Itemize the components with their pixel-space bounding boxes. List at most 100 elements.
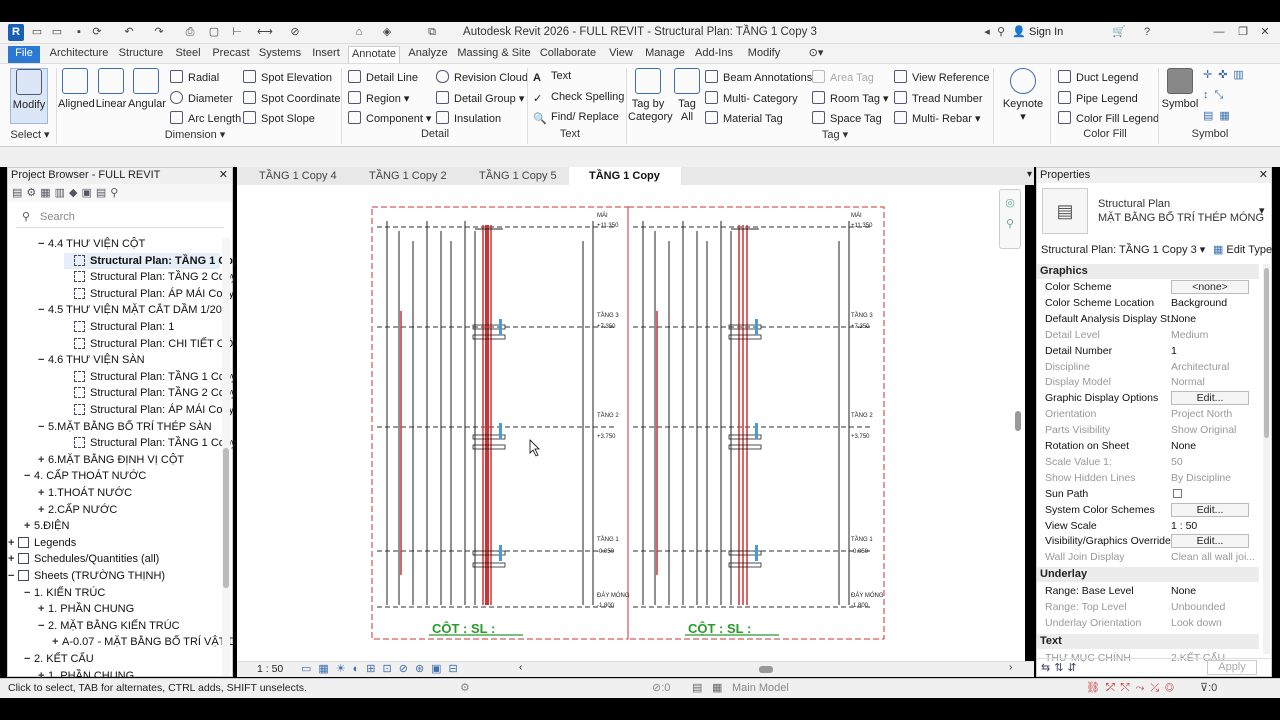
property-row[interactable]: View Scale 1 : 50 [1037,518,1259,534]
tab-modify[interactable]: Modify [744,46,784,63]
tree-item[interactable]: + Legends [8,535,76,551]
beam-symbol-icons[interactable]: ▤▦ [1203,109,1236,122]
space-tag-button[interactable]: Space Tag [812,111,882,125]
design-options-icon[interactable]: ▤ [692,681,702,694]
multi-rebar-button[interactable]: Multi- Rebar ▾ [894,111,980,125]
expand-toggle-icon[interactable]: − [8,568,18,584]
expand-toggle-icon[interactable]: + [8,551,18,567]
pipe-legend-button[interactable]: Pipe Legend [1058,91,1138,105]
edit-type-button[interactable]: ▦ Edit Type [1213,243,1272,256]
tree-item[interactable]: −4.5 THƯ VIỆN MẶT CẮT DẦM 1/20 [38,302,222,318]
diameter-button[interactable]: Diameter [170,91,233,105]
keynote-button[interactable]: Keynote ▾ [1000,68,1046,123]
navigation-bar[interactable]: ◎ ⚲ [999,189,1021,249]
detail-line-button[interactable]: Detail Line [348,70,418,84]
help-icon[interactable]: ? [1140,25,1154,39]
text-button[interactable]: A Text [533,70,571,85]
duct-legend-button[interactable]: Duct Legend [1058,70,1138,84]
property-row[interactable]: Color Scheme <none> [1037,279,1259,295]
tree-item[interactable]: +1. PHẦN CHUNG [38,601,134,617]
insulation-button[interactable]: Insulation [436,111,501,125]
sign-in-link[interactable]: Sign In [1029,26,1063,38]
symbol-button[interactable]: Symbol [1160,68,1200,110]
view-scale[interactable]: 1 : 50 [257,663,283,675]
expand-toggle-icon[interactable]: − [24,585,34,601]
tree-item[interactable]: −4.6 THƯ VIỆN SÀN [38,352,145,368]
property-row[interactable]: Graphic Display Options Edit... [1037,390,1259,406]
property-edit-button[interactable]: Edit... [1171,391,1249,406]
view-tab-tang1-copy4[interactable]: TẦNG 1 Copy 4 [239,167,347,185]
instance-selector[interactable]: Structural Plan: TẦNG 1 Copy 3 ▾ [1041,243,1205,256]
property-row[interactable]: Detail Level Medium [1037,327,1259,343]
symbol-tools-icons[interactable]: ✛✜▥ [1203,68,1250,81]
property-edit-button[interactable]: Edit... [1171,502,1249,517]
spot-coordinate-button[interactable]: Spot Coordinate [243,91,341,105]
user-icon[interactable]: 👤 [1012,25,1026,39]
radial-button[interactable]: Radial [170,70,219,84]
tag-by-category-button[interactable]: Tag by Category [628,68,673,124]
tree-item[interactable]: +5.ĐIỆN [24,518,69,534]
tab-massing-site[interactable]: Massing & Site [456,46,532,63]
tree-item[interactable]: +2.CẤP NƯỚC [38,502,117,518]
property-row[interactable]: Rotation on Sheet None [1037,438,1259,454]
spot-slope-button[interactable]: Spot Slope [243,111,315,125]
tab-file[interactable]: File [8,46,40,63]
aligned-dim-button[interactable]: Aligned [58,68,95,110]
tree-item[interactable]: Structural Plan: CHI TIẾT CỘT [64,336,240,352]
expand-toggle-icon[interactable]: + [52,634,62,650]
property-row[interactable]: Display Model Normal [1037,374,1259,390]
check-spelling-button[interactable]: ✓ Check Spelling [533,91,624,105]
tree-item[interactable]: + Schedules/Quantities (all) [8,551,159,567]
property-row[interactable]: Range: Top Level Unbounded [1037,599,1259,615]
property-row[interactable]: Show Hidden Lines By Discipline [1037,470,1259,486]
section-graphics[interactable]: Graphics [1037,264,1259,279]
tree-item[interactable]: Structural Plan: TẦNG 2 Copy 2 [64,269,246,285]
find-replace-button[interactable]: 🔍 Find/ Replace [533,111,619,125]
component-button[interactable]: Component ▾ [348,111,431,125]
tag-all-button[interactable]: Tag All [672,68,702,124]
active-model[interactable]: Main Model [732,682,789,694]
room-tag-button[interactable]: Room Tag ▾ [812,91,889,105]
type-selector-dropdown[interactable]: ▾ [1259,204,1265,217]
angular-dim-button[interactable]: Angular [128,68,166,110]
tab-structure[interactable]: Structure [116,46,166,63]
expand-toggle-icon[interactable]: − [24,651,34,667]
expand-toggle-icon[interactable]: − [38,618,48,634]
spot-elevation-button[interactable]: Spot Elevation [243,70,332,84]
search-input[interactable]: ⚲ Search [16,208,224,228]
scroll-left-icon[interactable]: ‹ [519,662,522,673]
property-row[interactable]: Visibility/Graphics Overrides Edit... [1037,533,1259,549]
horizontal-scroll-thumb[interactable] [759,666,773,673]
expand-toggle-icon[interactable]: + [38,452,48,468]
color-fill-legend-button[interactable]: Color Fill Legend [1058,111,1159,125]
property-edit-button[interactable]: Edit... [1171,534,1249,549]
view-tab-tang1-copy5[interactable]: TẦNG 1 Copy 5 [459,167,567,185]
arc-length-button[interactable]: Arc Length [170,111,241,125]
detail-group-button[interactable]: Detail Group ▾ [436,91,524,105]
browser-tool-icons[interactable]: ▤⚙▦▥◆▣▤⚲ [12,186,122,199]
sort-icons[interactable]: ⇆⇅⇵ [1041,661,1081,674]
expand-toggle-icon[interactable]: + [38,502,48,518]
view-control-icons[interactable]: ▭▦☀◐⊞⊡⊘⊛▣⊟ [301,662,465,675]
expand-toggle-icon[interactable]: − [38,419,48,435]
view-reference-button[interactable]: View Reference [894,70,989,84]
tree-item[interactable]: −2. MẶT BẰNG KIẾN TRÚC [38,618,180,634]
property-edit-button[interactable]: <none> [1171,280,1249,294]
close-icon[interactable]: ✕ [1259,168,1268,181]
tree-item[interactable]: +6.MẶT BẰNG ĐỊNH VỊ CỘT [38,452,184,468]
tree-item[interactable]: + A-0.07 - MẶT BẰNG BỐ TRÍ VẬT DỤ [52,634,244,650]
tree-item[interactable]: −4.4 THƯ VIỆN CỘT [38,236,145,252]
property-row[interactable]: Detail Number 1 [1037,343,1259,359]
section-underlay[interactable]: Underlay [1037,567,1259,583]
span-direction-icons[interactable]: ↕⤡ [1203,89,1229,102]
properties-scrollbar[interactable] [1263,264,1270,654]
modify-button[interactable]: Modify [10,68,48,124]
expand-toggle-icon[interactable]: − [38,352,48,368]
select-dropdown[interactable]: Select ▾ [10,128,50,141]
view-tab-tang1-copy3[interactable]: TẦNG 1 Copy 3✕ [569,167,681,200]
property-row[interactable]: Default Analysis Display St... None [1037,311,1259,327]
close-icon[interactable]: ✕ [1258,25,1272,39]
expand-toggle-icon[interactable]: + [8,535,18,551]
material-tag-button[interactable]: Material Tag [705,111,783,125]
tree-item[interactable]: +1.THOÁT NƯỚC [38,485,132,501]
